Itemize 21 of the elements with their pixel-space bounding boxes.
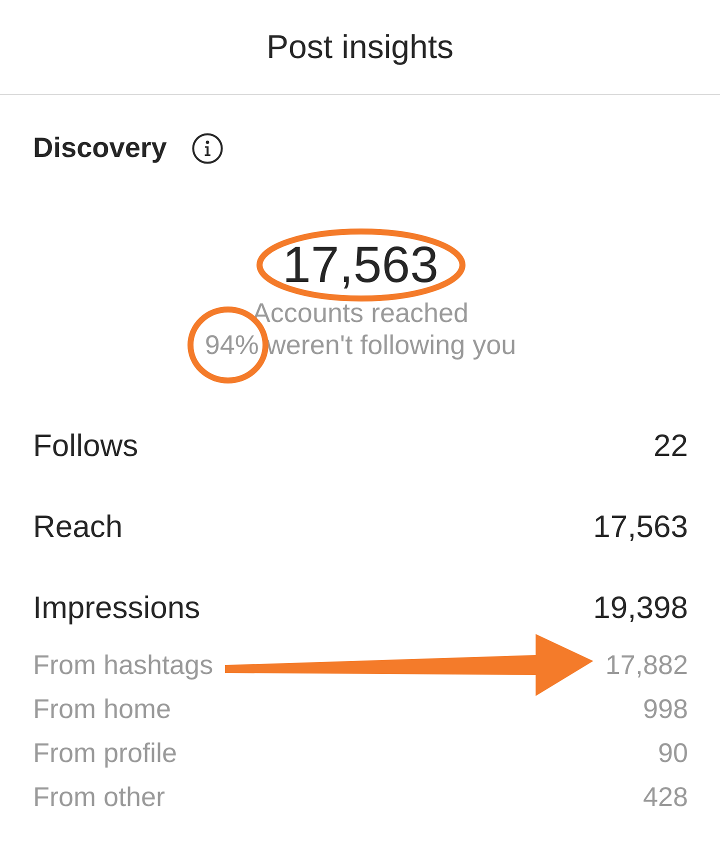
source-label: From other (33, 781, 166, 814)
metric-label: Reach (33, 508, 123, 546)
source-label: From home (33, 693, 172, 726)
source-label: From hashtags (33, 649, 214, 682)
metric-label: Impressions (33, 589, 200, 627)
accounts-reached-label: Accounts reached (251, 297, 470, 329)
page-title: Post insights (266, 27, 454, 67)
metric-value: 19,398 (593, 589, 688, 627)
section-title: Discovery (33, 131, 167, 165)
metric-label: Follows (33, 427, 138, 465)
percent-text: 94% (204, 330, 259, 360)
source-value: 428 (642, 781, 688, 814)
source-value: 90 (658, 737, 688, 770)
source-value: 998 (642, 693, 688, 726)
accounts-reached-count: 17,563 (282, 236, 438, 293)
info-icon[interactable] (192, 132, 223, 164)
metric-value: 22 (654, 427, 688, 465)
source-value: 17,882 (605, 649, 688, 682)
source-label: From profile (33, 737, 178, 770)
metric-value: 17,563 (593, 508, 688, 546)
non-followers-label: weren't following you (266, 330, 516, 360)
